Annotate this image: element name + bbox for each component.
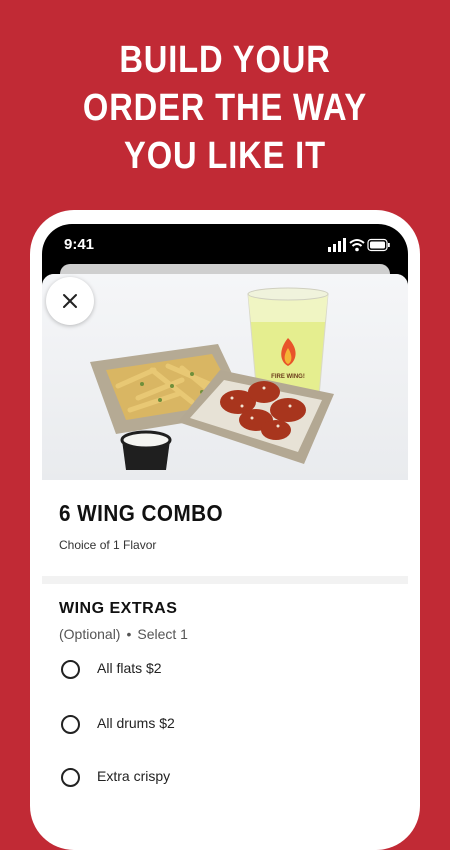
separator-dot: • bbox=[126, 626, 132, 642]
optional-label: (Optional) bbox=[59, 626, 121, 642]
item-info-card: 6 WING COMBO Choice of 1 Flavor bbox=[42, 480, 408, 576]
phone-screen: 9:41 FIRE WING! 6 WING COMBO Choice of 1… bbox=[42, 224, 408, 824]
cup-brand-text: FIRE WING! bbox=[271, 374, 305, 380]
headline-line-3: YOU LIKE IT bbox=[124, 135, 326, 177]
wing-extras-section: WING EXTRAS (Optional) • Select 1 All flat… bbox=[42, 584, 408, 824]
option-all-drums[interactable]: All drums $2 bbox=[59, 709, 389, 739]
item-detail-sheet: FIRE WING! 6 WING COMBO Choice of 1 Flav… bbox=[42, 274, 408, 824]
signal-wifi-battery-icon bbox=[328, 238, 390, 252]
food-photo: FIRE WING! bbox=[42, 274, 408, 480]
radio-button[interactable] bbox=[61, 768, 80, 787]
radio-button[interactable] bbox=[61, 660, 80, 679]
promo-headline: BUILD YOUR ORDER THE WAY YOU LIKE IT bbox=[32, 36, 419, 180]
option-label: All flats $2 bbox=[97, 660, 162, 676]
section-requirement: (Optional) • Select 1 bbox=[59, 626, 188, 642]
close-button[interactable] bbox=[46, 277, 94, 325]
wing-combo-illustration: FIRE WING! bbox=[90, 287, 334, 470]
item-subtitle: Choice of 1 Flavor bbox=[59, 538, 157, 552]
headline-line-2: ORDER THE WAY bbox=[82, 87, 368, 129]
item-title: 6 WING COMBO bbox=[59, 500, 224, 526]
option-label: All drums $2 bbox=[97, 715, 175, 731]
select-count-label: Select 1 bbox=[137, 626, 188, 642]
close-icon bbox=[63, 294, 77, 308]
radio-button[interactable] bbox=[61, 715, 80, 734]
status-icons bbox=[328, 238, 390, 252]
option-all-flats[interactable]: All flats $2 bbox=[59, 654, 389, 684]
option-extra-crispy[interactable]: Extra crispy bbox=[59, 762, 389, 792]
status-time: 9:41 bbox=[64, 236, 95, 253]
option-label: Extra crispy bbox=[97, 768, 171, 784]
headline-line-1: BUILD YOUR bbox=[119, 39, 331, 81]
status-bar: 9:41 bbox=[42, 224, 408, 268]
section-title: WING EXTRAS bbox=[59, 600, 178, 617]
